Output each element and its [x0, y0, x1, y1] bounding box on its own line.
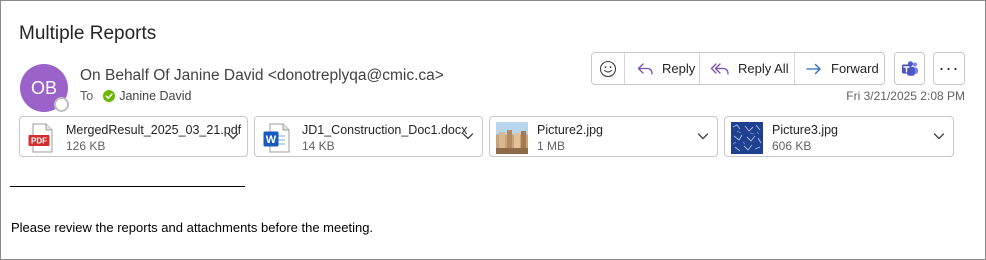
pdf-icon: PDF	[28, 123, 53, 153]
forward-arrow-icon	[806, 63, 821, 74]
available-status-icon	[103, 90, 116, 102]
received-date: Fri 3/21/2025 2:08 PM	[846, 89, 965, 103]
email-subject: Multiple Reports	[19, 23, 157, 44]
chevron-down-icon[interactable]	[227, 131, 239, 141]
reply-all-button[interactable]: Reply All	[700, 53, 795, 84]
attachment-card[interactable]: PDF MergedResult_2025_03_21.pdf 126 KB	[19, 116, 248, 157]
teams-chat-button[interactable]	[894, 52, 925, 85]
more-actions-button[interactable]: ···	[933, 52, 965, 85]
smiley-icon	[599, 60, 617, 77]
attachment-name: JD1_Construction_Doc1.docx	[302, 123, 468, 137]
svg-text:W: W	[266, 134, 277, 146]
attachment-size: 606 KB	[772, 139, 812, 153]
image-thumbnail	[731, 122, 763, 154]
forward-label: Forward	[831, 61, 879, 76]
attachment-card[interactable]: Picture2.jpg 1 MB	[489, 116, 718, 157]
reply-label: Reply	[662, 61, 696, 76]
reply-all-icon	[710, 62, 729, 75]
divider-line	[10, 186, 245, 187]
reply-all-label: Reply All	[738, 61, 789, 76]
attachment-name: Picture2.jpg	[537, 123, 604, 137]
attachment-name: Picture3.jpg	[772, 123, 839, 137]
chevron-down-icon[interactable]	[933, 131, 945, 141]
reply-button[interactable]: Reply	[625, 53, 700, 84]
teams-icon	[901, 60, 918, 76]
attachment-size: 14 KB	[302, 139, 335, 153]
presence-status-icon	[54, 97, 69, 112]
attachment-size: 126 KB	[66, 139, 106, 153]
more-icon: ···	[938, 58, 960, 78]
attachment-card[interactable]: W JD1_Construction_Doc1.docx 14 KB	[254, 116, 483, 157]
sender-line[interactable]: On Behalf Of Janine David <donotreplyqa@…	[80, 67, 444, 85]
attachment-size: 1 MB	[537, 139, 566, 153]
attachment-name: MergedResult_2025_03_21.pdf	[66, 123, 242, 137]
image-thumbnail	[496, 122, 528, 154]
reaction-button[interactable]	[592, 53, 625, 84]
word-icon: W	[263, 123, 290, 153]
recipient-name[interactable]: Janine David	[119, 89, 191, 103]
message-actions-toolbar: Reply Reply All Forward	[591, 52, 885, 85]
reply-icon	[637, 62, 653, 75]
attachment-card[interactable]: Picture3.jpg 606 KB	[724, 116, 954, 157]
chevron-down-icon[interactable]	[462, 131, 474, 141]
avatar-initials: OB	[30, 77, 57, 98]
forward-button[interactable]: Forward	[795, 53, 884, 84]
to-label: To	[80, 89, 94, 103]
recipient-line: To Janine David	[80, 89, 191, 103]
email-body: Please review the reports and attachment…	[11, 220, 374, 235]
svg-text:PDF: PDF	[31, 137, 47, 146]
chevron-down-icon[interactable]	[697, 131, 709, 141]
